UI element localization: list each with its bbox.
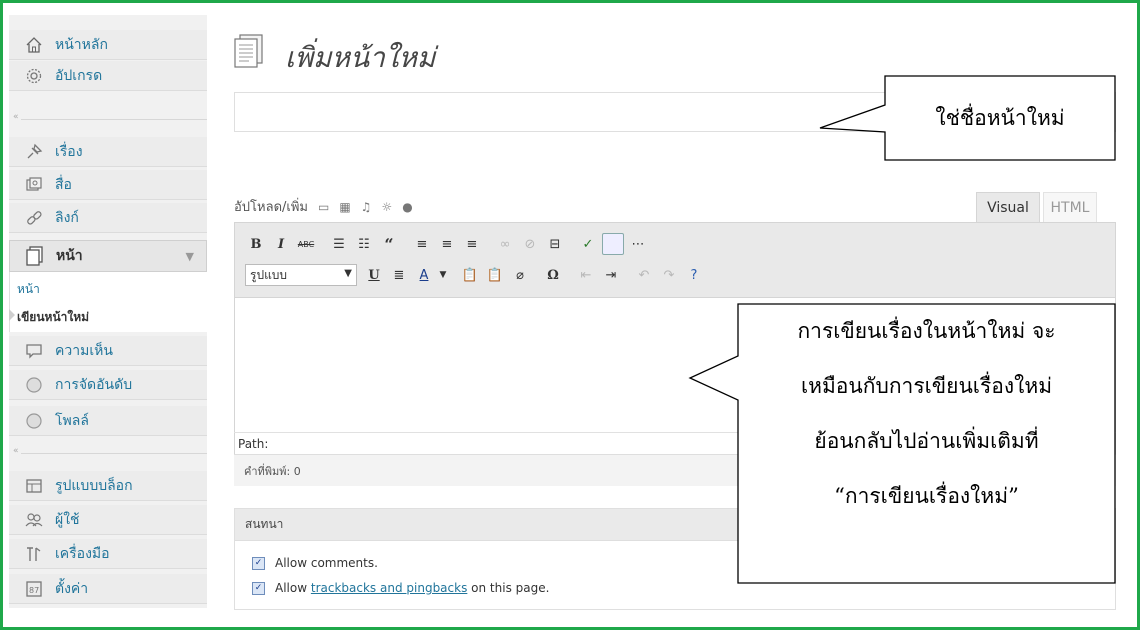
callout-line: ย้อนกลับไปอ่านเพิ่มเติมที่ bbox=[814, 429, 1039, 453]
callout-line: เหมือนกับการเขียนเรื่องใหม่ bbox=[800, 374, 1053, 398]
callout-line: “การเขียนเรื่องใหม่” bbox=[834, 484, 1019, 508]
callout-editor-note: การเขียนเรื่องในหน้าใหม่ จะ เหมือนกับการ… bbox=[738, 304, 1115, 524]
callout-line: การเขียนเรื่องในหน้าใหม่ จะ bbox=[797, 319, 1056, 343]
callout-title-hint: ใช่ชื่อหน้าใหม่ bbox=[935, 105, 1065, 130]
